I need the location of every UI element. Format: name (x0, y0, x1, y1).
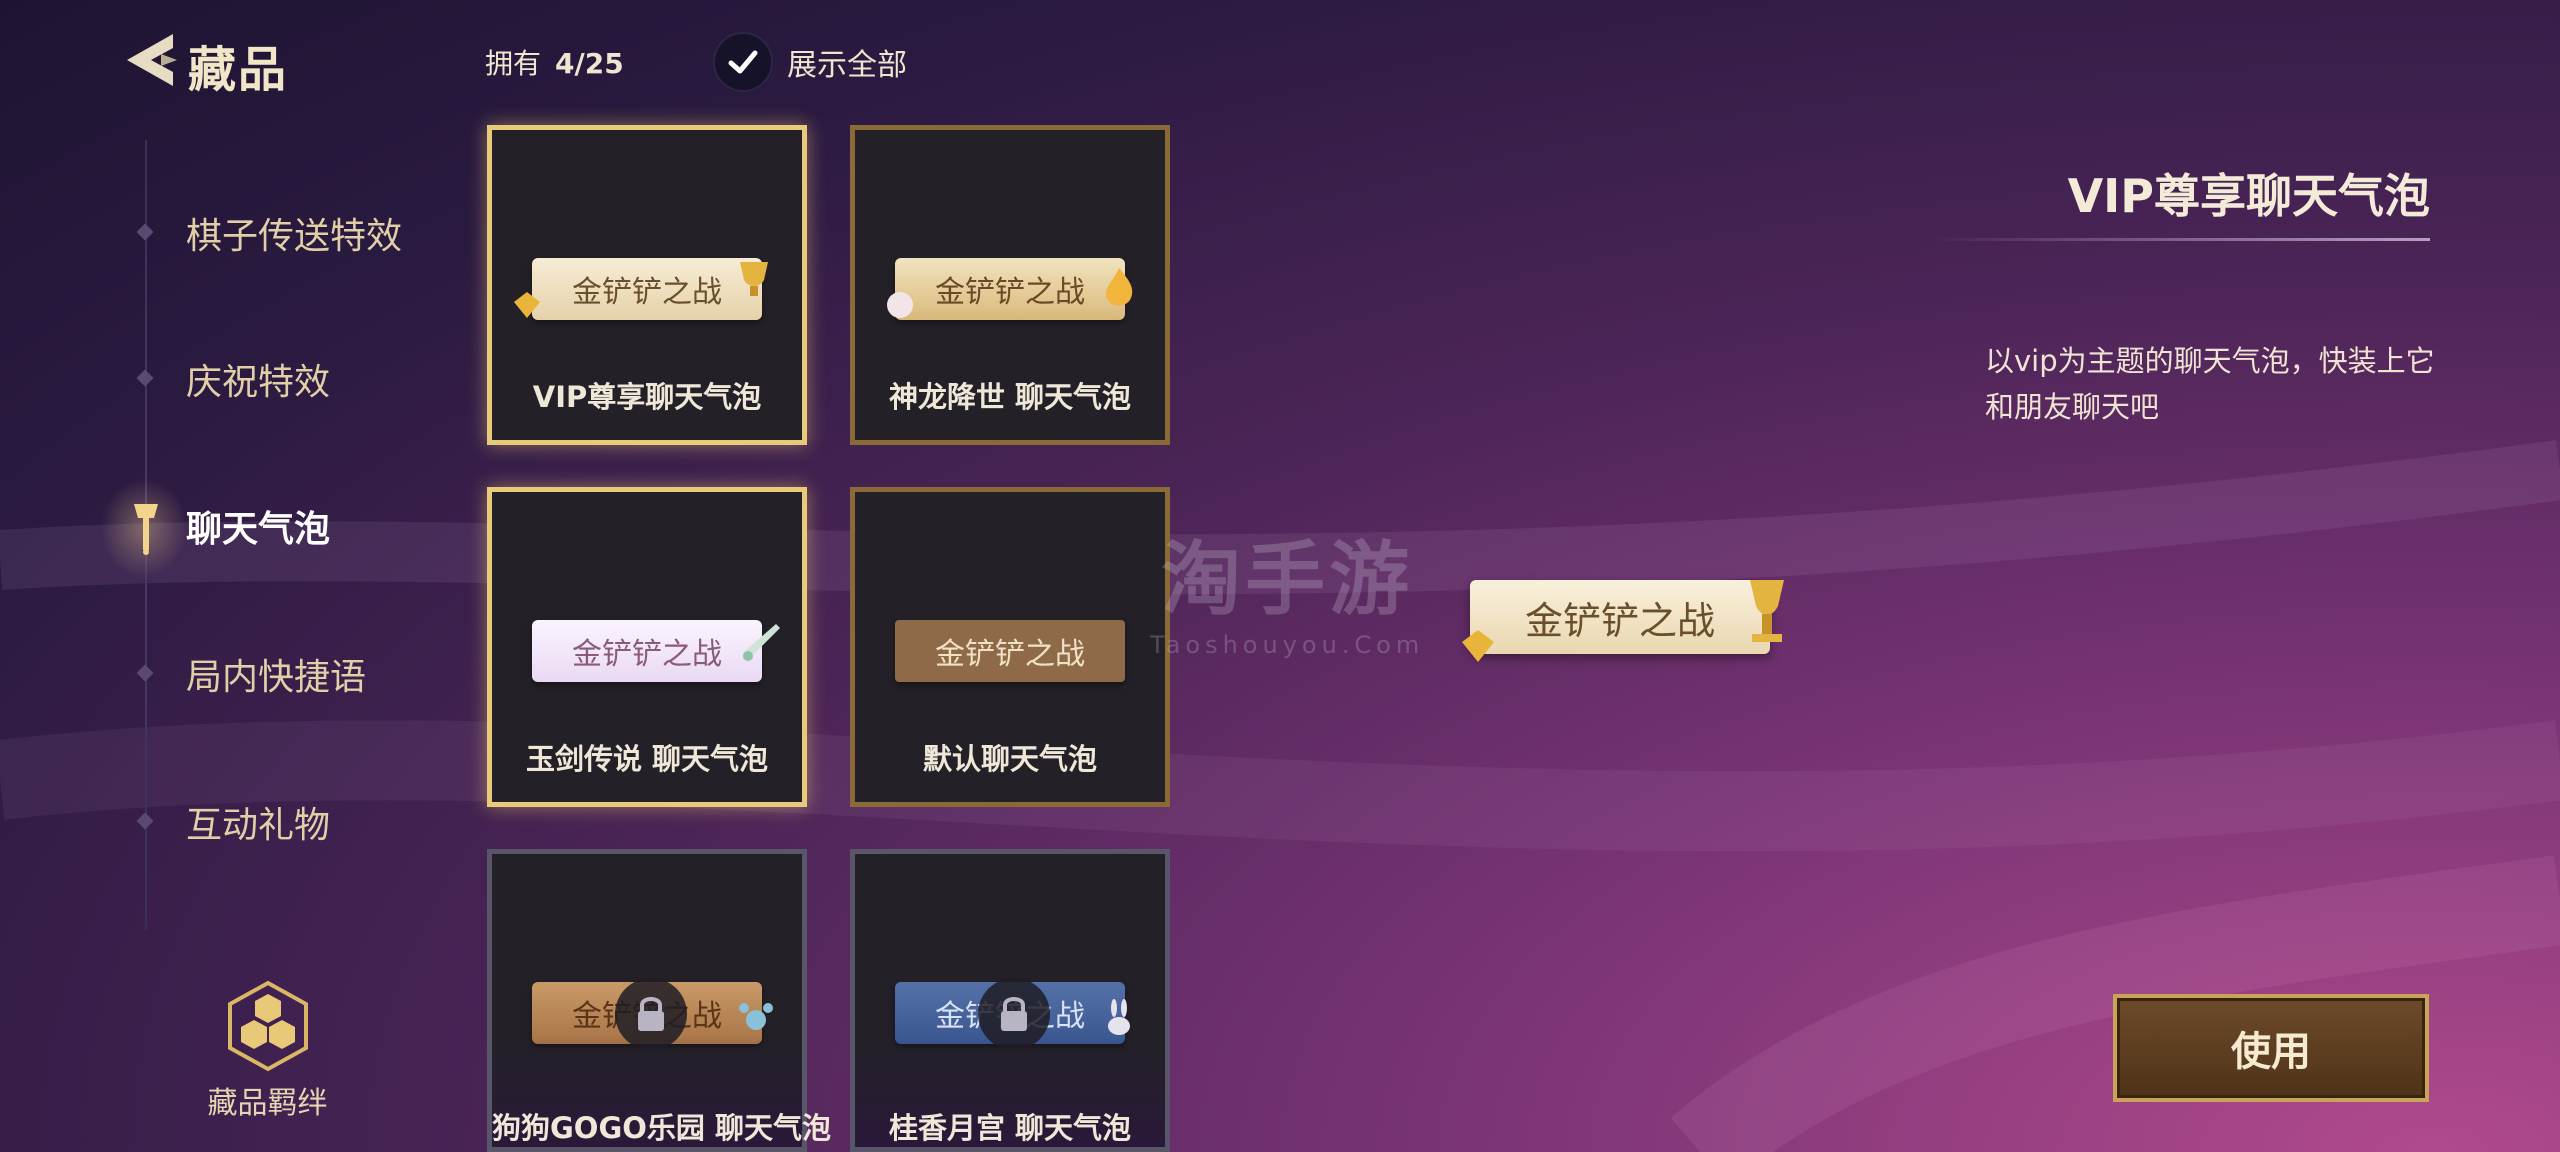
collection-card-vip[interactable]: 金铲铲之战 VIP尊享聊天气泡 (487, 125, 807, 445)
collection-card-dog-gogo[interactable]: 金铲铲之战 狗狗GOGO乐园 聊天气泡 (487, 849, 832, 1152)
detail-title: VIP尊享聊天气泡 (2067, 169, 2430, 223)
sidebar-dot (136, 369, 154, 387)
card-name: VIP尊享聊天气泡 (532, 380, 762, 414)
trophy-deco-icon (1750, 580, 1784, 642)
trophy-deco-icon (740, 262, 768, 296)
detail-description: 以vip为主题的聊天气泡，快装上它和朋友聊天吧 (1985, 344, 2435, 424)
owned-count: 4/25 (555, 47, 624, 80)
back-arrow-icon[interactable] (115, 30, 185, 90)
card-name: 玉剑传说 聊天气泡 (525, 742, 769, 776)
bubble-preview: 金铲铲之战 (895, 620, 1125, 682)
page-title: 藏品 (188, 42, 289, 98)
card-name: 桂香月宫 聊天气泡 (888, 1111, 1132, 1145)
bubble-preview: 金铲铲之战 (532, 620, 762, 682)
use-button[interactable]: 使用 (2113, 994, 2429, 1102)
sidebar-item-quick-chat[interactable]: 局内快捷语 (186, 648, 366, 700)
owned-counter: 拥有 4/25 (485, 42, 624, 82)
flame-deco-icon (1106, 268, 1133, 306)
watermark: 淘手游 Taoshouyou.Com (1150, 515, 1424, 659)
collection-card-default[interactable]: 金铲铲之战 默认聊天气泡 (850, 487, 1170, 807)
sword-deco-icon (743, 624, 780, 661)
shovel-icon (134, 504, 158, 555)
sidebar-dot (136, 812, 154, 830)
sidebar-item-celebration[interactable]: 庆祝特效 (186, 353, 330, 405)
divider (1930, 238, 2430, 241)
sidebar-dot (136, 223, 154, 241)
rabbit-deco-icon (1108, 999, 1130, 1035)
gem-deco-icon (514, 292, 540, 318)
watermark-logo: 淘手游 (1161, 533, 1414, 626)
gem-deco-icon (1462, 630, 1494, 662)
bubble-preview: 金铲铲之战 (532, 258, 762, 320)
sidebar-item-chat-bubble[interactable]: 聊天气泡 (186, 500, 330, 552)
sidebar-item-piece-teleport[interactable]: 棋子传送特效 (186, 207, 402, 259)
paw-deco-icon (739, 1003, 773, 1030)
show-all-toggle[interactable]: 展示全部 (713, 32, 907, 92)
collection-bond-label: 藏品羁绊 (207, 1086, 328, 1121)
watermark-url: Taoshouyou.Com (1150, 631, 1425, 659)
sidebar-item-gifts[interactable]: 互动礼物 (186, 796, 330, 848)
collection-bond-button[interactable]: 藏品羁绊 (205, 980, 330, 1122)
collection-card-dragon[interactable]: 金铲铲之战 神龙降世 聊天气泡 (850, 125, 1170, 445)
card-name: 神龙降世 聊天气泡 (888, 380, 1132, 414)
selected-bubble-preview: 金铲铲之战 (1470, 580, 1770, 654)
owned-label: 拥有 (485, 47, 542, 80)
hexagon-icon (227, 980, 308, 1072)
collection-card-moon-palace[interactable]: 金铲铲之战 桂香月宫 聊天气泡 (850, 849, 1170, 1152)
sidebar-dot (136, 664, 154, 682)
card-name: 狗狗GOGO乐园 聊天气泡 (492, 1111, 832, 1145)
pearl-deco-icon (887, 292, 913, 318)
checkmark-icon[interactable] (713, 32, 773, 92)
show-all-label: 展示全部 (787, 48, 907, 83)
collection-card-jade[interactable]: 金铲铲之战 玉剑传说 聊天气泡 (487, 487, 807, 807)
card-name: 默认聊天气泡 (922, 742, 1097, 776)
bubble-preview: 金铲铲之战 (895, 258, 1125, 320)
